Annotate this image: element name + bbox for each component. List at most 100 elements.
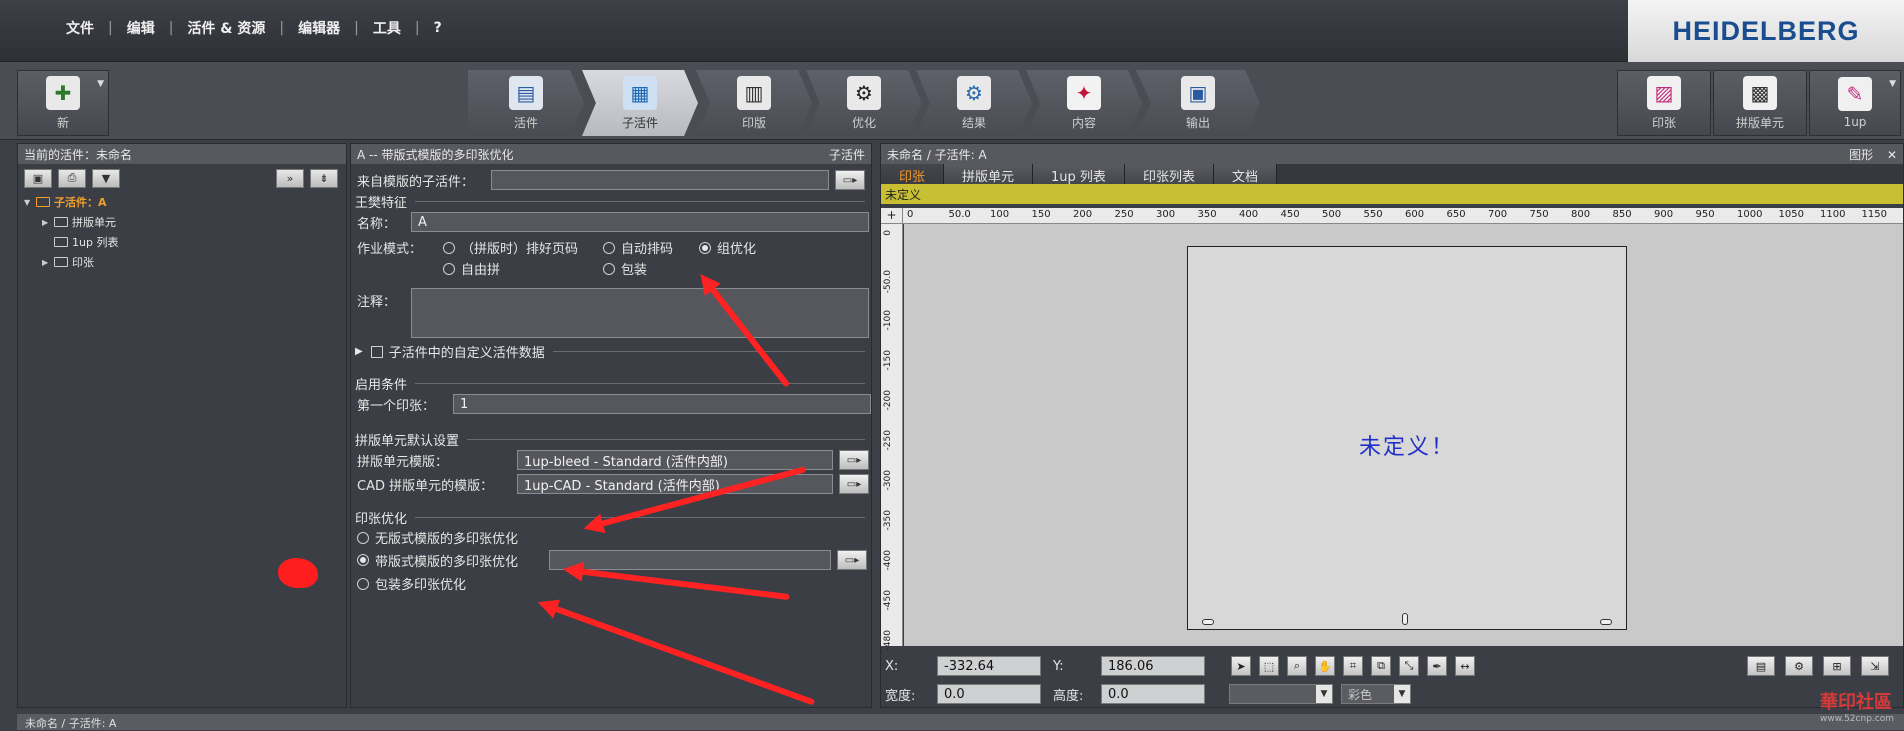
note-textarea[interactable] <box>411 288 869 338</box>
ruler-tick-label: 600 <box>1405 209 1425 220</box>
tree-item-sheet[interactable]: ▶ 印张 <box>24 252 346 272</box>
unit-template-input[interactable]: 1up-bleed - Standard (活件内部) <box>517 450 833 470</box>
zoom-tool-icon[interactable]: ⌕ <box>1287 656 1307 676</box>
oneup-view-button[interactable]: ✎ 1up ▼ <box>1809 70 1901 136</box>
dropdown-icon[interactable]: ▼ <box>92 168 120 188</box>
work-mode-row-2: 自由拼 包装 <box>443 259 647 278</box>
workflow-step-optimize[interactable]: ⚙ 优化 <box>806 70 922 136</box>
tree-item-imposition-unit[interactable]: ▶ 拼版单元 <box>24 212 346 232</box>
sheet-opt-packaging[interactable]: 包装多印张优化 <box>357 574 466 593</box>
chevron-down-icon[interactable]: ▼ <box>97 79 104 89</box>
tree-root-subjob[interactable]: ▼ 子活件：A <box>24 192 346 212</box>
x-label: X: <box>885 658 899 674</box>
close-icon[interactable]: ✕ <box>1887 148 1897 162</box>
ruler-tick-label: 1000 <box>1737 209 1763 220</box>
subjob-icon: ▦ <box>623 75 657 110</box>
browse-button[interactable]: ▭▸ <box>837 550 867 570</box>
browse-button[interactable]: ▭▸ <box>835 170 865 190</box>
menu-editor[interactable]: 编辑器 <box>284 18 354 38</box>
imposition-unit-view-button[interactable]: ▩ 拼版单元 <box>1713 70 1807 136</box>
oneup-icon: ✎ <box>1838 77 1872 111</box>
status-bar: 未命名 / 子活件: A <box>17 714 1904 730</box>
menu-file[interactable]: 文件 <box>52 18 108 38</box>
width-label: 宽度: <box>885 688 916 704</box>
workflow-step-output[interactable]: ▣ 输出 <box>1136 70 1260 136</box>
first-sheet-input[interactable]: 1 <box>453 394 871 414</box>
undefined-bar: 未定义 <box>881 184 1903 204</box>
tab-sheet[interactable]: 印张 <box>881 164 945 185</box>
browse-button[interactable]: ▭▸ <box>839 450 869 470</box>
new-label: 新 <box>56 115 69 130</box>
copy-tool-icon[interactable]: ⧉ <box>1371 656 1391 676</box>
workflow-step-job[interactable]: ▤ 活件 <box>468 70 584 136</box>
measure-tool-icon[interactable]: ↔ <box>1455 656 1475 676</box>
print-icon[interactable]: ⎙ <box>58 168 86 188</box>
collapse-icon[interactable]: ⇟ <box>310 168 338 188</box>
mode-packaging[interactable]: 包装 <box>603 259 647 278</box>
crop-tool-icon[interactable]: ⌗ <box>1343 656 1363 676</box>
sheet-grip <box>1202 619 1214 625</box>
menu-edit[interactable]: 编辑 <box>113 18 169 38</box>
name-input[interactable]: A <box>411 212 869 232</box>
job-icon: ▤ <box>509 75 543 110</box>
settings-icon[interactable]: ⚙ <box>1785 656 1813 676</box>
expand-triangle-icon[interactable]: ▶ <box>42 218 50 227</box>
ruler-origin-icon[interactable]: + <box>881 208 903 224</box>
height-input[interactable]: 0.0 <box>1101 684 1205 704</box>
mode-auto[interactable]: 自动排码 <box>603 238 699 257</box>
pen-tool-icon[interactable]: ✒ <box>1427 656 1447 676</box>
workflow-step-subjob[interactable]: ▦ 子活件 <box>582 70 698 136</box>
menu-tools[interactable]: 工具 <box>359 18 415 38</box>
expand-triangle-icon[interactable]: ▶ <box>355 346 363 357</box>
workflow-step-content[interactable]: ✦ 内容 <box>1026 70 1142 136</box>
ruler-tick-label: 200 <box>1073 209 1093 220</box>
section-king-features: 王樊特征 <box>355 192 865 211</box>
main-menu: 文件 | 编辑 | 活件 & 资源 | 编辑器 | 工具 | ? <box>52 18 456 38</box>
transform-tool-icon[interactable]: ⤡ <box>1399 656 1419 676</box>
subjob-header-label: 子活件 <box>828 147 865 162</box>
workflow-step-plate[interactable]: ▥ 印版 <box>696 70 812 136</box>
from-template-input[interactable] <box>491 170 829 190</box>
pointer-tool-icon[interactable]: ➤ <box>1231 656 1251 676</box>
mode-group-optimize[interactable]: 组优化 <box>699 238 756 257</box>
sheet-canvas[interactable]: 未定义！ <box>904 224 1903 646</box>
select-tool-icon[interactable]: ⬚ <box>1259 656 1279 676</box>
sheet-opt-none[interactable]: 无版式模版的多印张优化 <box>357 528 518 547</box>
tab-1up-list[interactable]: 1up 列表 <box>1033 164 1125 185</box>
grid-icon[interactable]: ⊞ <box>1823 656 1851 676</box>
tab-sheet-list[interactable]: 印张列表 <box>1124 164 1214 185</box>
mode-paginate[interactable]: （拼版时）排好页码 <box>443 238 603 257</box>
sheet-view-button[interactable]: ▨ 印张 <box>1617 70 1711 136</box>
chevron-down-icon[interactable]: ▼ <box>1889 79 1896 89</box>
sheet-opt-template-input[interactable] <box>549 550 831 570</box>
undefined-message: 未定义！ <box>1358 435 1455 460</box>
export-icon[interactable]: ⇲ <box>1861 656 1889 676</box>
ruler-tick-label: 1050 <box>1778 209 1804 220</box>
save-icon[interactable]: ▣ <box>24 168 52 188</box>
tab-document[interactable]: 文档 <box>1213 164 1277 185</box>
ruler-tick-label: -200 <box>883 390 893 411</box>
toolbar: ✚ 新 ▼ ▤ 活件 ▦ 子活件 ▥ 印版 ⚙ 优化 ⚙ 结果 ✦ 内容 ▣ 输… <box>0 62 1904 140</box>
view-options-icon[interactable]: ▤ <box>1747 656 1775 676</box>
menu-jobs-resources[interactable]: 活件 & 资源 <box>173 18 279 38</box>
fast-forward-icon[interactable]: » <box>276 168 304 188</box>
ruler-tick-label: -250 <box>883 430 893 451</box>
layer-select[interactable]: ▼ <box>1229 684 1333 704</box>
hand-tool-icon[interactable]: ✋ <box>1315 656 1335 676</box>
workflow-step-result[interactable]: ⚙ 结果 <box>916 70 1032 136</box>
expand-triangle-icon[interactable]: ▶ <box>42 258 50 267</box>
color-select[interactable]: 彩色 ▼ <box>1341 684 1411 704</box>
width-input[interactable]: 0.0 <box>937 684 1041 704</box>
tab-imposition-unit[interactable]: 拼版单元 <box>944 164 1034 185</box>
tree-item-1up-list[interactable]: 1up 列表 <box>24 232 346 252</box>
new-button[interactable]: ✚ 新 ▼ <box>17 70 109 136</box>
custom-data-checkbox[interactable] <box>370 345 383 358</box>
tree-toolbar: ▣ ⎙ ▼ » ⇟ <box>18 164 346 192</box>
menu-help[interactable]: ? <box>420 20 456 36</box>
expand-triangle-icon[interactable]: ▼ <box>24 198 32 207</box>
mode-free[interactable]: 自由拼 <box>443 259 603 278</box>
browse-button[interactable]: ▭▸ <box>839 474 869 494</box>
y-input[interactable]: 186.06 <box>1101 656 1205 676</box>
x-input[interactable]: -332.64 <box>937 656 1041 676</box>
menu-bar: 文件 | 编辑 | 活件 & 资源 | 编辑器 | 工具 | ? HEIDELBERG <box>0 0 1904 62</box>
